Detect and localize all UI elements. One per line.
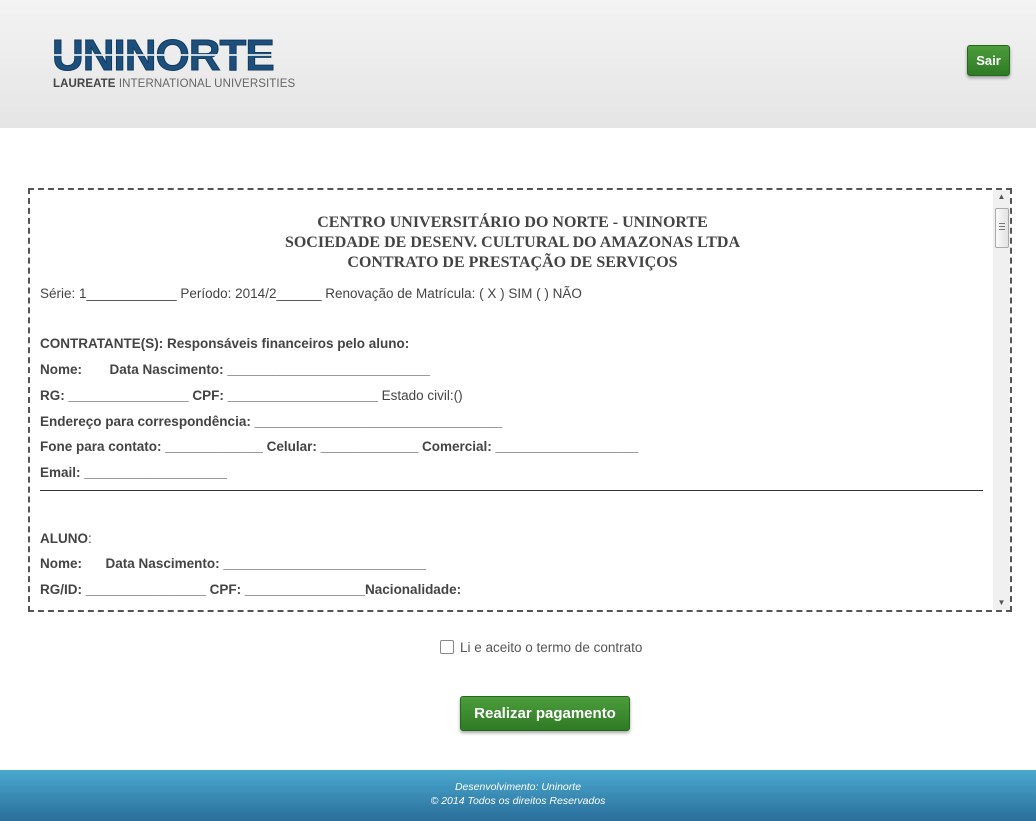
contratante-nascimento: Data Nascimento: _______________________… (109, 362, 431, 377)
contract-heading-1: CENTRO UNIVERSITÁRIO DO NORTE - UNINORTE (317, 214, 708, 231)
contratante-celular: Celular: _____________ (266, 439, 419, 454)
contract-box[interactable]: CENTRO UNIVERSITÁRIO DO NORTE - UNINORTE… (28, 188, 1012, 612)
contratante-email-label: Email: (40, 465, 81, 480)
uninorte-logo: UNINORTE LAUREATE INTERNATIONAL UNIVERSI… (52, 31, 297, 94)
logo-tagline: LAUREATE INTERNATIONAL UNIVERSITIES (53, 78, 295, 90)
aluno-nascimento: Data Nascimento: _______________________… (105, 556, 427, 571)
contratante-comercial: Comercial: ___________________ (422, 439, 639, 454)
accept-label[interactable]: Li e aceito o termo de contrato (460, 640, 642, 655)
contract-text: CENTRO UNIVERSITÁRIO DO NORTE - UNINORTE… (40, 190, 985, 610)
aluno-name-row: Nome: Data Nascimento: _________________… (40, 556, 426, 571)
logout-button[interactable]: Sair (967, 45, 1010, 76)
contract-heading-3: CONTRATO DE PRESTAÇÃO DE SERVIÇOS (347, 254, 678, 271)
section-divider (40, 490, 983, 491)
aluno-title: ALUNO (40, 531, 88, 546)
scrollbar-thumb[interactable] (995, 208, 1009, 248)
contract-scrollbar[interactable]: ▲ ▼ (993, 190, 1010, 610)
logo-wordmark: UNINORTE (52, 31, 276, 80)
contratante-nome-label: Nome: (40, 362, 83, 377)
contratante-fone-row: Fone para contato: _____________ Celular… (40, 439, 638, 454)
page-footer: Desenvolvimento: Uninorte © 2014 Todos o… (0, 770, 1036, 821)
contratante-estado-civil: Estado civil:() (381, 388, 463, 403)
aluno-title-row: ALUNO: (40, 531, 92, 546)
contratante-email-blank: ___________________ (80, 465, 227, 480)
aluno-title-colon: : (88, 531, 92, 546)
pay-button[interactable]: Realizar pagamento (460, 696, 630, 731)
contratante-rg-row: RG: ________________ CPF: ______________… (40, 388, 463, 403)
accept-checkbox[interactable] (440, 640, 454, 654)
contratante-cpf: CPF: ____________________ (192, 388, 378, 403)
scroll-down-arrow-icon[interactable]: ▼ (993, 596, 1010, 610)
contratante-fone: Fone para contato: _____________ (40, 439, 263, 454)
footer-copyright: © 2014 Todos os direitos Reservados (430, 795, 606, 807)
footer-credit: Desenvolvimento: Uninorte (454, 781, 582, 793)
aluno-nome-label: Nome: (40, 556, 83, 571)
scroll-up-arrow-icon[interactable]: ▲ (993, 190, 1010, 204)
contratante-rg: RG: ________________ (40, 388, 189, 403)
aluno-cpf: CPF: ________________ (209, 582, 366, 597)
contract-heading-2: SOCIEDADE DE DESENV. CULTURAL DO AMAZONA… (284, 234, 741, 251)
page-header: UNINORTE LAUREATE INTERNATIONAL UNIVERSI… (0, 0, 1036, 128)
serie-line: Série: 1____________ Período: 2014/2____… (40, 286, 582, 301)
accept-terms[interactable]: Li e aceito o termo de contrato (440, 640, 642, 655)
aluno-rg: RG/ID: ________________ (40, 582, 206, 597)
grip-icon (999, 223, 1005, 224)
contratante-name-row: Nome: Data Nascimento: _________________… (40, 362, 430, 377)
contratante-endereco: Endereço para correspondência: _________… (40, 414, 503, 429)
logo-tagline-bold: LAUREATE (53, 78, 116, 90)
logo-tagline-rest: INTERNATIONAL UNIVERSITIES (115, 78, 296, 90)
contratante-title: CONTRATANTE(S): Responsáveis financeiros… (40, 336, 410, 351)
aluno-rg-row: RG/ID: ________________ CPF: ___________… (40, 582, 461, 597)
aluno-nacionalidade: Nacionalidade: (365, 582, 462, 597)
contratante-email-row: Email: ___________________ (40, 465, 227, 480)
